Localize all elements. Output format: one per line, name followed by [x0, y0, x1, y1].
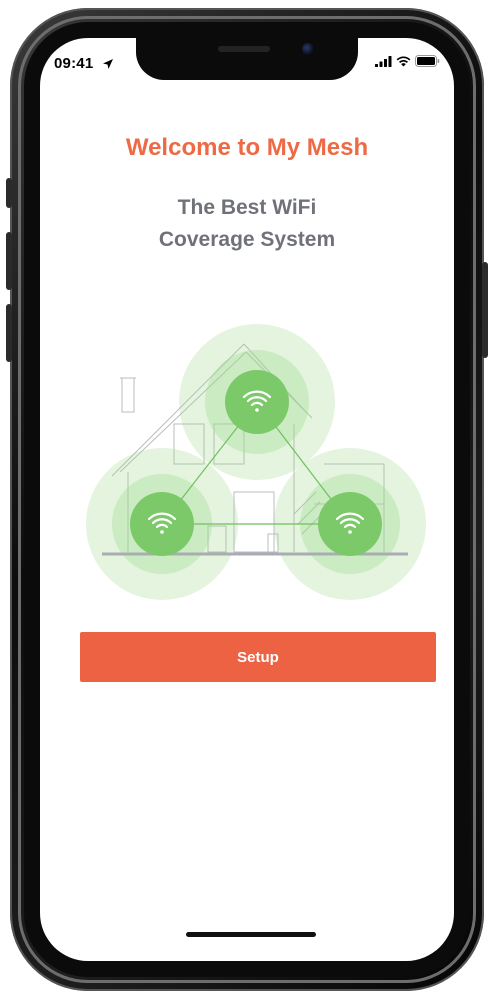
app-screen: 09:41 Welcome to My Mesh The Best WiFi C… — [40, 38, 454, 961]
wifi-node-top — [225, 370, 289, 434]
cellular-signal-icon — [375, 55, 392, 67]
earpiece-speaker — [218, 46, 270, 52]
wifi-node-right — [318, 492, 382, 556]
subtitle-line-2: Coverage System — [158, 228, 336, 251]
power-button — [482, 262, 488, 358]
coverage-circles — [86, 324, 426, 600]
battery-icon — [415, 55, 440, 67]
notch — [136, 38, 358, 80]
volume-down-button — [6, 304, 12, 362]
front-camera — [302, 43, 314, 55]
mute-switch — [6, 178, 12, 208]
status-time: 09:41 — [54, 55, 94, 72]
welcome-title: Welcome to My Mesh — [125, 134, 369, 161]
mesh-coverage-illustration — [86, 324, 426, 600]
phone-frame: 09:41 Welcome to My Mesh The Best WiFi C… — [0, 0, 494, 999]
location-arrow-icon — [103, 59, 113, 69]
setup-button[interactable]: Setup — [80, 632, 436, 682]
wifi-node-left — [130, 492, 194, 556]
home-indicator[interactable] — [186, 932, 316, 937]
volume-up-button — [6, 232, 12, 290]
status-icons — [375, 55, 440, 67]
wifi-icon — [396, 55, 411, 66]
subtitle: The Best WiFi Coverage System — [40, 192, 454, 256]
subtitle-line-1: The Best WiFi — [177, 196, 317, 219]
